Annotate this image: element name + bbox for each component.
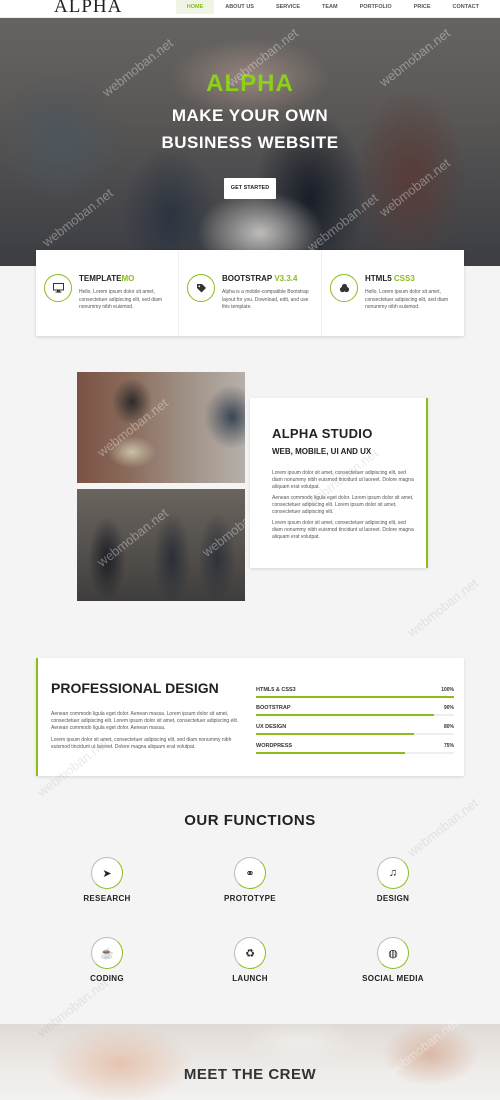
crew-overlay <box>0 1024 500 1100</box>
function-label: RESEARCH <box>83 894 131 903</box>
professional-design-card: PROFESSIONAL DESIGN Aenean commodo ligul… <box>36 658 464 776</box>
nav-item-contact[interactable]: CONTACT <box>442 0 490 14</box>
function-coding[interactable]: ☕ CODING <box>47 937 167 983</box>
skill-name: WORDPRESS <box>256 743 293 749</box>
hero-banner: ALPHA MAKE YOUR OWN BUSINESS WEBSITE GET… <box>0 18 500 266</box>
skill-bar-html5-css3: HTML5 & CSS3 100% <box>256 687 454 703</box>
top-navbar: ALPHA HOME ABOUT US SERVICE TEAM PORTFOL… <box>0 0 500 18</box>
nav-item-portfolio[interactable]: PORTFOLIO <box>349 0 403 14</box>
skill-fill <box>256 696 454 698</box>
feature-text: Alpha is a mobile-compatible Bootstrap l… <box>222 289 309 310</box>
skill-fill <box>256 714 435 716</box>
function-label: CODING <box>90 974 124 983</box>
function-prototype[interactable]: ⚭ PROTOTYPE <box>190 857 310 903</box>
feature-text: Hello. Lorem ipsum dolor sit amet, conse… <box>365 289 449 310</box>
function-social-media[interactable]: ◍ SOCIAL MEDIA <box>333 937 453 983</box>
studio-paragraph: Aenean commodo ligula eget dolor. Lorem … <box>272 495 414 515</box>
skill-name: HTML5 & CSS3 <box>256 687 296 693</box>
nav-item-service[interactable]: SERVICE <box>265 0 311 14</box>
studio-photo-laptops <box>77 372 245 483</box>
function-design[interactable]: ♫ DESIGN <box>333 857 453 903</box>
bitcoin-icon <box>330 274 358 302</box>
nav-item-team[interactable]: TEAM <box>311 0 349 14</box>
feature-title: BOOTSTRAP V3.3.4 <box>222 274 298 283</box>
function-label: LAUNCH <box>232 974 268 983</box>
link-icon: ⚭ <box>234 857 266 889</box>
skill-percent: 75% <box>443 743 454 749</box>
tag-icon <box>187 274 215 302</box>
crew-title: MEET THE CREW <box>183 1066 317 1083</box>
pro-title: PROFESSIONAL DESIGN <box>51 680 219 696</box>
skill-percent: 90% <box>443 705 454 711</box>
page: ALPHA HOME ABOUT US SERVICE TEAM PORTFOL… <box>0 0 500 1100</box>
pro-paragraph: Lorem ipsum dolor sit amet, consectetuer… <box>51 737 232 750</box>
bell-icon: ♫ <box>377 857 409 889</box>
function-research[interactable]: ➤ RESEARCH <box>47 857 167 903</box>
studio-subtitle: WEB, MOBILE, UI AND UX <box>272 447 372 456</box>
skill-bar-ux-design: UX DESIGN 80% <box>256 724 454 740</box>
skill-name: UX DESIGN <box>256 724 287 730</box>
skill-fill <box>256 733 415 735</box>
feature-text: Hello. Lorem ipsum dolor sit amet, conse… <box>79 289 163 310</box>
nav-item-about-us[interactable]: ABOUT US <box>214 0 265 14</box>
feature-card-bootstrap: BOOTSTRAP V3.3.4 Alpha is a mobile-compa… <box>179 250 322 336</box>
features-strip: TEMPLATEMO Hello. Lorem ipsum dolor sit … <box>36 250 464 336</box>
watermark: webmoban.net <box>404 575 481 640</box>
feature-title: HTML5 CSS3 <box>365 274 415 283</box>
hero-headline-line-2: BUSINESS WEBSITE <box>161 133 339 152</box>
nav-menu: HOME ABOUT US SERVICE TEAM PORTFOLIO PRI… <box>175 0 490 14</box>
functions-title: OUR FUNCTIONS <box>184 812 316 829</box>
feature-card-templatemo: TEMPLATEMO Hello. Lorem ipsum dolor sit … <box>36 250 179 336</box>
studio-paragraph: Lorem ipsum dolor sit amet, consectetuer… <box>272 470 414 490</box>
function-label: PROTOTYPE <box>224 894 276 903</box>
feature-card-html5: HTML5 CSS3 Hello. Lorem ipsum dolor sit … <box>322 250 464 336</box>
skill-bar-bootstrap: BOOTSTRAP 90% <box>256 705 454 721</box>
get-started-button[interactable]: GET STARTED <box>224 178 276 199</box>
pro-paragraph: Aenean commodo ligula eget dolor. Aenean… <box>51 711 239 731</box>
paper-plane-icon: ➤ <box>91 857 123 889</box>
hero-headline-line-1: MAKE YOUR OWN <box>171 106 329 125</box>
function-label: DESIGN <box>376 894 410 903</box>
nav-item-home[interactable]: HOME <box>175 0 215 14</box>
monitor-icon <box>44 274 72 302</box>
globe-icon: ◍ <box>377 937 409 969</box>
crew-section: MEET THE CREW <box>0 1024 500 1100</box>
studio-paragraph: Lorem ipsum dolor sit amet, consectetuer… <box>272 520 414 540</box>
studio-photo-meeting <box>77 489 245 601</box>
studio-title: ALPHA STUDIO <box>272 426 373 441</box>
nav-item-price[interactable]: PRICE <box>403 0 442 14</box>
skill-percent: 100% <box>441 687 454 693</box>
site-logo[interactable]: ALPHA <box>54 0 122 18</box>
skill-name: BOOTSTRAP <box>256 705 291 711</box>
skill-track <box>256 752 454 754</box>
skill-fill <box>256 752 405 754</box>
coffee-icon: ☕ <box>91 937 123 969</box>
feature-title: TEMPLATEMO <box>79 274 135 283</box>
hero-brand-title: ALPHA <box>206 70 294 97</box>
skill-bar-wordpress: WORDPRESS 75% <box>256 743 454 759</box>
skill-track <box>256 696 454 698</box>
function-label: SOCIAL MEDIA <box>362 974 424 983</box>
function-launch[interactable]: ♻ LAUNCH <box>190 937 310 983</box>
studio-card: ALPHA STUDIO WEB, MOBILE, UI AND UX Lore… <box>250 398 428 568</box>
skill-track <box>256 733 454 735</box>
skill-track <box>256 714 454 716</box>
skill-percent: 80% <box>443 724 454 730</box>
recycle-icon: ♻ <box>234 937 266 969</box>
